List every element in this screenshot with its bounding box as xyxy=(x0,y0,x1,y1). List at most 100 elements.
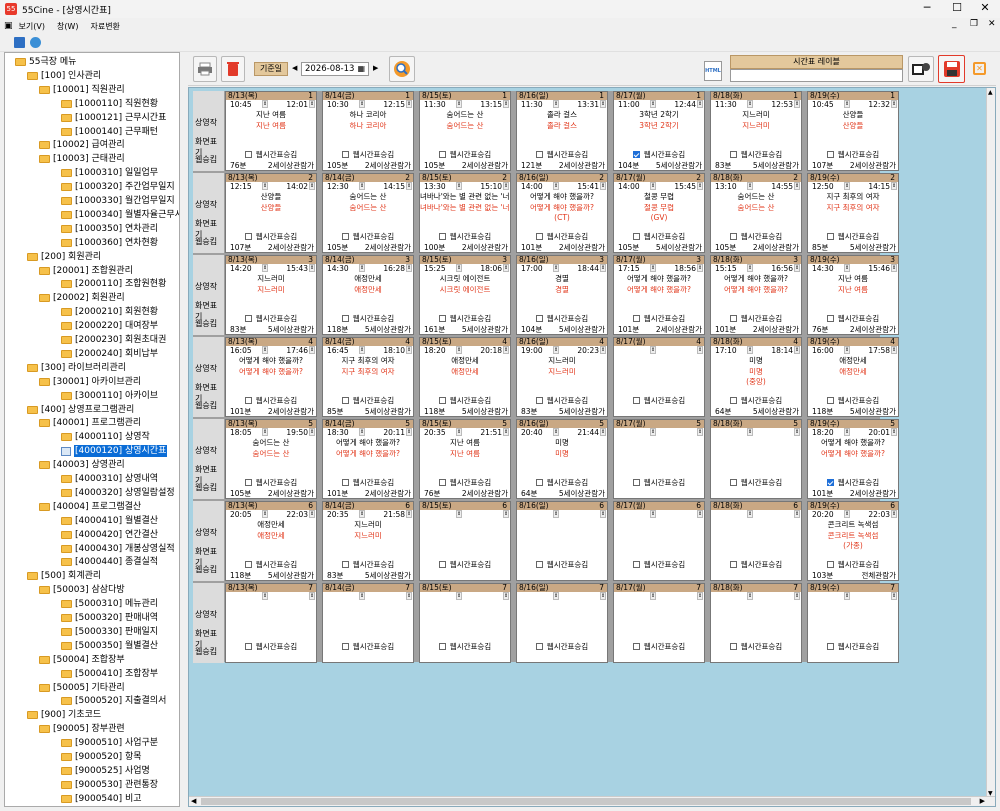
start-time[interactable]: 13:10 xyxy=(715,182,737,191)
start-time[interactable]: 14:20 xyxy=(230,264,252,273)
web-publish-checkbox[interactable]: 웹시간표승김 xyxy=(517,396,607,406)
checkbox-box[interactable] xyxy=(632,479,640,486)
display-title[interactable]: 지구 최후의 여자 xyxy=(808,204,898,212)
start-spinner[interactable]: ⇕ xyxy=(747,510,753,518)
end-spinner[interactable]: ⇕ xyxy=(309,346,315,354)
end-time[interactable]: 19:50 xyxy=(286,428,308,437)
end-spinner[interactable]: ⇕ xyxy=(600,428,606,436)
checkbox-box[interactable] xyxy=(535,561,543,568)
tree-item[interactable]: [300] 라이브러리관리 xyxy=(27,362,126,374)
start-time[interactable]: 15:15 xyxy=(715,264,737,273)
schedule-cell[interactable]: 8/15(토) 6 ⇕ ⇕ 웹시간표승김 xyxy=(419,501,511,581)
display-title[interactable]: 숨어드는 산 xyxy=(420,122,510,130)
start-time[interactable]: 20:40 xyxy=(521,428,543,437)
end-spinner[interactable]: ⇕ xyxy=(794,428,800,436)
start-time[interactable]: 20:05 xyxy=(230,510,252,519)
start-spinner[interactable]: ⇕ xyxy=(650,346,656,354)
web-publish-checkbox[interactable]: 웹시간표승김 xyxy=(420,478,510,488)
tree-item[interactable]: [1000140] 근무패턴 xyxy=(61,126,158,138)
tree-item[interactable]: [90005] 장부관련 xyxy=(39,723,125,735)
start-spinner[interactable]: ⇕ xyxy=(650,100,656,108)
web-publish-checkbox[interactable]: 웹시간표승김 xyxy=(517,642,607,652)
web-publish-checkbox[interactable]: 웹시간표승김 xyxy=(614,314,704,324)
schedule-cell[interactable]: 8/13(목) 5 18:05 ⇕ 19:50 ⇕ 숨어드는 산 숨어드는 산 웹시간표승김 10… xyxy=(225,419,317,499)
web-publish-checkbox[interactable]: 웹시간표승김 xyxy=(614,232,704,242)
web-publish-checkbox[interactable]: 웹시간표승김 xyxy=(808,560,898,570)
display-title[interactable]: 애정만세 xyxy=(323,286,413,294)
schedule-cell[interactable]: 8/16(일) 2 14:00 ⇕ 15:41 ⇕ 어떻게 해야 했을까? 어떻게 해야 했을… xyxy=(516,173,608,253)
start-time[interactable]: 11:00 xyxy=(618,100,640,109)
end-time[interactable]: 12:32 xyxy=(868,100,890,109)
search-button[interactable] xyxy=(389,56,415,82)
start-spinner[interactable]: ⇕ xyxy=(553,592,559,600)
horizontal-scrollbar[interactable]: ◀ ▶ xyxy=(189,796,995,806)
schedule-cell[interactable]: 8/19(수) 7 ⇕ ⇕ 웹시간표승김 xyxy=(807,583,899,663)
display-title[interactable]: 하나 코리아 xyxy=(323,122,413,130)
tree-item-selected[interactable]: [4000120] 상영시간표 xyxy=(61,445,168,458)
display-title[interactable]: 지난 여름 xyxy=(226,122,316,130)
display-title[interactable]: 숨어드는 산 xyxy=(711,204,801,212)
end-time[interactable]: 16:56 xyxy=(771,264,793,273)
checkbox-box[interactable] xyxy=(729,233,737,240)
movie-title[interactable]: 시크릿 에이전트 xyxy=(420,274,510,283)
tree-item[interactable]: [40004] 프로그램결산 xyxy=(39,501,141,513)
tree-item[interactable]: [900] 기초코드 xyxy=(27,709,101,721)
checkbox-box[interactable] xyxy=(244,479,252,486)
movie-title[interactable]: 녀바나'와는 별 관련 없는 '너바 xyxy=(420,192,510,201)
start-time[interactable]: 17:00 xyxy=(521,264,543,273)
start-spinner[interactable]: ⇕ xyxy=(456,346,462,354)
end-time[interactable]: 18:14 xyxy=(771,346,793,355)
save-button[interactable] xyxy=(938,55,965,83)
movie-title[interactable]: 숨어드는 산 xyxy=(711,192,801,201)
start-spinner[interactable]: ⇕ xyxy=(553,510,559,518)
checkbox-box[interactable] xyxy=(632,233,640,240)
end-spinner[interactable]: ⇕ xyxy=(503,510,509,518)
movie-title[interactable]: 숨어드는 산 xyxy=(226,438,316,447)
schedule-cell[interactable]: 8/17(월) 3 17:15 ⇕ 18:56 ⇕ 어떻게 해야 했을까? 어떻게 해야 했을… xyxy=(613,255,705,335)
menu-data-convert[interactable]: 자료변환 xyxy=(90,21,119,32)
globe-icon[interactable] xyxy=(30,37,41,48)
web-publish-checkbox[interactable]: 웹시간표승김 xyxy=(420,314,510,324)
movie-title[interactable]: 지난 여름 xyxy=(808,274,898,283)
tree-item[interactable]: [9000525] 사업명 xyxy=(61,765,150,777)
start-spinner[interactable]: ⇕ xyxy=(553,264,559,272)
end-time[interactable]: 18:10 xyxy=(383,346,405,355)
film-button[interactable] xyxy=(908,56,934,82)
display-title[interactable]: 녀바나'와는 별 관련 없는 '너바 xyxy=(420,204,510,212)
tree-item[interactable]: [4000410] 월별결산 xyxy=(61,515,158,527)
display-title[interactable]: 어떻게 해야 했을까? xyxy=(323,450,413,458)
end-time[interactable]: 21:44 xyxy=(577,428,599,437)
end-spinner[interactable]: ⇕ xyxy=(406,510,412,518)
checkbox-box[interactable] xyxy=(826,561,834,568)
end-spinner[interactable]: ⇕ xyxy=(309,428,315,436)
schedule-cell[interactable]: 8/13(목) 2 12:15 ⇕ 14:02 ⇕ 산양들 산양들 웹시간표승김 107분 2세이상… xyxy=(225,173,317,253)
schedule-cell[interactable]: 8/16(일) 1 11:30 ⇕ 13:31 ⇕ 졸라 걸스 졸라 걸스 웹시간표승김 121분… xyxy=(516,91,608,171)
tree-item[interactable]: [4000430] 개봉상영실적 xyxy=(61,543,175,555)
tree-item[interactable]: [50004] 조합장부 xyxy=(39,654,125,666)
checkbox-box[interactable] xyxy=(341,315,349,322)
movie-title[interactable]: 어떻게 해야 했을까? xyxy=(614,274,704,283)
end-spinner[interactable]: ⇕ xyxy=(406,182,412,190)
web-publish-checkbox[interactable]: 웹시간표승김 xyxy=(323,314,413,324)
start-spinner[interactable]: ⇕ xyxy=(359,182,365,190)
end-time[interactable]: 15:46 xyxy=(868,264,890,273)
start-spinner[interactable]: ⇕ xyxy=(456,592,462,600)
web-publish-checkbox[interactable]: 웹시간표승김 xyxy=(808,314,898,324)
display-title[interactable]: 지구 최후의 여자 xyxy=(323,368,413,376)
movie-title[interactable]: 어떻게 해야 했을까? xyxy=(517,192,607,201)
start-time[interactable]: 11:30 xyxy=(424,100,446,109)
tree-item[interactable]: [4000310] 상영내역 xyxy=(61,473,158,485)
display-title[interactable]: 시크릿 에이전트 xyxy=(420,286,510,294)
movie-title[interactable]: 지느러미 xyxy=(323,520,413,529)
web-publish-checkbox[interactable]: 웹시간표승김 xyxy=(614,478,704,488)
end-spinner[interactable]: ⇕ xyxy=(600,182,606,190)
end-time[interactable]: 17:46 xyxy=(286,346,308,355)
end-spinner[interactable]: ⇕ xyxy=(891,592,897,600)
checkbox-box[interactable] xyxy=(729,561,737,568)
checkbox-box[interactable] xyxy=(632,643,640,650)
checkbox-box[interactable] xyxy=(341,561,349,568)
checkbox-box[interactable] xyxy=(632,397,640,404)
web-publish-checkbox[interactable]: 웹시간표승김 xyxy=(517,314,607,324)
schedule-cell[interactable]: 8/15(토) 5 20:35 ⇕ 21:51 ⇕ 지난 여름 지난 여름 웹시간표승김 76분 2… xyxy=(419,419,511,499)
prev-date-button[interactable]: ◀ xyxy=(292,64,297,72)
